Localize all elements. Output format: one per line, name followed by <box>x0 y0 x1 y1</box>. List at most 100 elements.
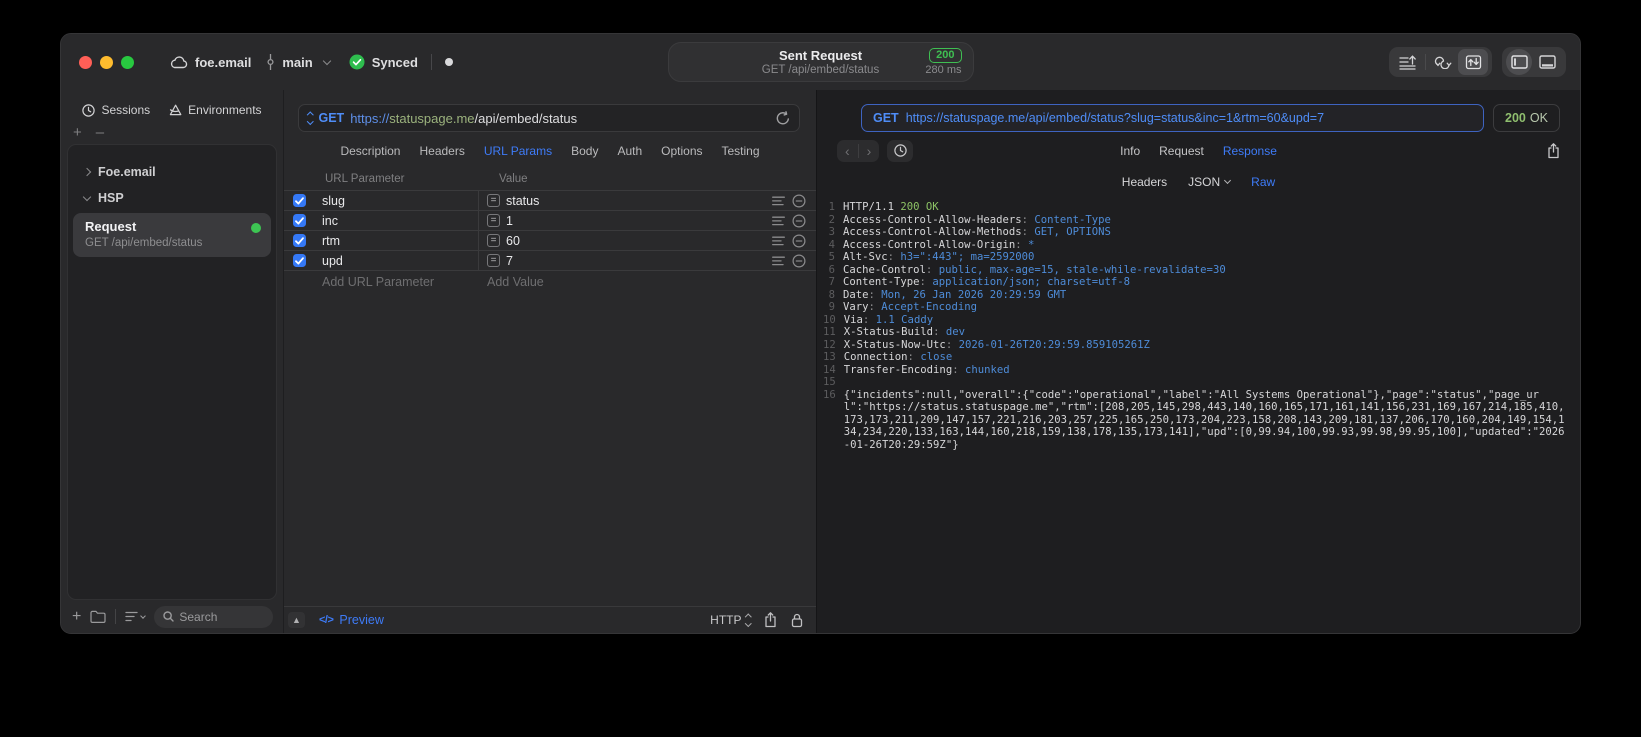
response-tab-info[interactable]: Info <box>1120 144 1140 158</box>
share-icon[interactable] <box>764 612 777 628</box>
request-tab-headers[interactable]: Headers <box>419 144 464 158</box>
branch-chevron-icon[interactable] <box>322 56 331 66</box>
response-raw-view[interactable]: 1 HTTP/1.1 200 OK 2 Access-Control-Allow-He… <box>817 194 1580 633</box>
request-list-item-selected[interactable]: Request GET /api/embed/status <box>73 213 271 257</box>
param-checkbox[interactable] <box>293 254 306 267</box>
preview-label: Preview <box>339 613 384 627</box>
code-line: 3 Access-Control-Allow-Methods: GET, OPTI… <box>823 226 1566 239</box>
close-window-button[interactable] <box>79 55 92 69</box>
import-export-icon[interactable] <box>1458 49 1488 75</box>
param-name-input[interactable]: upd <box>314 254 478 268</box>
response-subtab-json[interactable]: JSON <box>1188 175 1232 189</box>
add-param-name-placeholder[interactable]: Add URL Parameter <box>284 275 478 289</box>
param-row[interactable]: upd = 7 <box>284 251 816 271</box>
sent-request-pill[interactable]: Sent Request GET /api/embed/status 200 2… <box>667 42 974 82</box>
remove-session-button[interactable]: – <box>96 125 104 142</box>
sort-list-icon[interactable] <box>125 611 147 622</box>
minimize-window-button[interactable] <box>100 55 113 69</box>
request-url-bar[interactable]: GET https://statuspage.me/api/embed/stat… <box>298 104 800 132</box>
response-subtab-raw[interactable]: Raw <box>1251 175 1275 189</box>
request-tabs: Description Headers URL Params Body Auth Opti… <box>284 132 816 169</box>
protocol-label: HTTP <box>710 613 742 627</box>
project-name[interactable]: foe.email <box>195 55 251 70</box>
protocol-selector[interactable]: HTTP <box>710 613 751 627</box>
toggle-bottom-panel-icon[interactable] <box>1532 49 1562 75</box>
remove-param-icon[interactable] <box>792 233 806 248</box>
subtab-label: Raw <box>1251 174 1276 189</box>
remove-param-icon[interactable] <box>792 213 806 228</box>
param-name-input[interactable]: inc <box>314 214 478 228</box>
lock-icon[interactable] <box>791 613 803 628</box>
param-value-input[interactable]: status <box>506 194 539 208</box>
request-item-title: Request <box>85 219 137 234</box>
param-value-cell[interactable]: = status <box>478 191 772 210</box>
add-request-button[interactable]: + <box>72 608 81 624</box>
new-folder-icon[interactable] <box>90 610 106 623</box>
code-line: 6 Cache-Control: public, max-age=15, stal… <box>823 264 1566 277</box>
param-value-cell[interactable]: = 60 <box>478 231 772 250</box>
param-row[interactable]: rtm = 60 <box>284 231 816 251</box>
param-value-input[interactable]: 1 <box>506 214 513 228</box>
equals-icon: = <box>487 254 500 267</box>
preview-button[interactable]: </> Preview <box>319 613 384 627</box>
history-back-button[interactable]: ‹ <box>837 141 858 161</box>
method-stepper-icon[interactable] <box>307 112 314 124</box>
add-session-button[interactable]: + <box>73 125 82 142</box>
request-tab-body[interactable]: Body <box>571 144 598 158</box>
param-value-input[interactable]: 60 <box>506 234 520 248</box>
zoom-window-button[interactable] <box>121 55 134 69</box>
tree-item-hsp[interactable]: HSP <box>68 185 276 211</box>
sync-branches-icon[interactable] <box>1428 49 1458 75</box>
requests-queue-icon[interactable] <box>1393 49 1423 75</box>
request-method[interactable]: GET <box>319 111 345 125</box>
app-window: foe.email main Synced Sent Request GET /… <box>60 33 1581 634</box>
param-value-cell[interactable]: = 7 <box>478 251 772 270</box>
line-number: 3 <box>828 226 835 238</box>
toggle-left-sidebar-icon[interactable] <box>1506 49 1532 75</box>
response-tab-response[interactable]: Response <box>1223 144 1277 158</box>
chevron-down-icon <box>1224 176 1232 185</box>
param-name-input[interactable]: slug <box>314 194 478 208</box>
remove-param-icon[interactable] <box>792 193 806 208</box>
equals-icon: = <box>487 234 500 247</box>
response-tab-request[interactable]: Request <box>1159 144 1204 158</box>
param-checkbox[interactable] <box>293 194 306 207</box>
param-name-input[interactable]: rtm <box>314 234 478 248</box>
sent-request-url-box[interactable]: GET https://statuspage.me/api/embed/stat… <box>861 104 1484 132</box>
param-value-cell[interactable]: = 1 <box>478 211 772 230</box>
row-options-icon[interactable] <box>772 256 785 266</box>
tab-environments[interactable]: Environments <box>168 103 262 117</box>
sync-status[interactable]: Synced <box>372 55 418 70</box>
request-tab-testing[interactable]: Testing <box>722 144 760 158</box>
param-row[interactable]: inc = 1 <box>284 211 816 231</box>
request-tab-options[interactable]: Options <box>661 144 702 158</box>
tree-item-foe-email[interactable]: Foe.email <box>68 159 276 185</box>
branch-name[interactable]: main <box>282 55 312 70</box>
code-line: 7 Content-Type: application/json; charset… <box>823 276 1566 289</box>
param-checkbox[interactable] <box>293 234 306 247</box>
add-param-value-placeholder[interactable]: Add Value <box>478 275 544 289</box>
row-options-icon[interactable] <box>772 236 785 246</box>
code-line: 10 Via: 1.1 Caddy <box>823 313 934 326</box>
history-forward-button[interactable]: › <box>859 141 880 161</box>
request-tab-url-params[interactable]: URL Params <box>484 144 552 158</box>
param-value-input[interactable]: 7 <box>506 254 513 268</box>
request-url-input[interactable]: https://statuspage.me/api/embed/status <box>350 111 770 126</box>
history-clock-icon[interactable] <box>887 139 914 162</box>
response-nav-bar: ‹ › Info Request Response <box>817 132 1580 169</box>
request-tab-description[interactable]: Description <box>340 144 400 158</box>
row-options-icon[interactable] <box>772 196 785 206</box>
add-param-row[interactable]: Add URL Parameter Add Value <box>284 271 816 292</box>
tab-sessions[interactable]: Sessions <box>82 103 150 117</box>
traffic-lights <box>79 55 134 69</box>
collapse-panel-icon[interactable]: ▲ <box>288 612 305 628</box>
send-reload-icon[interactable] <box>776 110 790 126</box>
row-options-icon[interactable] <box>772 216 785 226</box>
request-tab-auth[interactable]: Auth <box>617 144 642 158</box>
param-row[interactable]: slug = status <box>284 191 816 211</box>
param-checkbox[interactable] <box>293 214 306 227</box>
search-input[interactable]: Search <box>154 605 273 628</box>
remove-param-icon[interactable] <box>792 253 806 268</box>
response-subtab-headers[interactable]: Headers <box>1122 175 1167 189</box>
export-share-icon[interactable] <box>1547 142 1560 159</box>
